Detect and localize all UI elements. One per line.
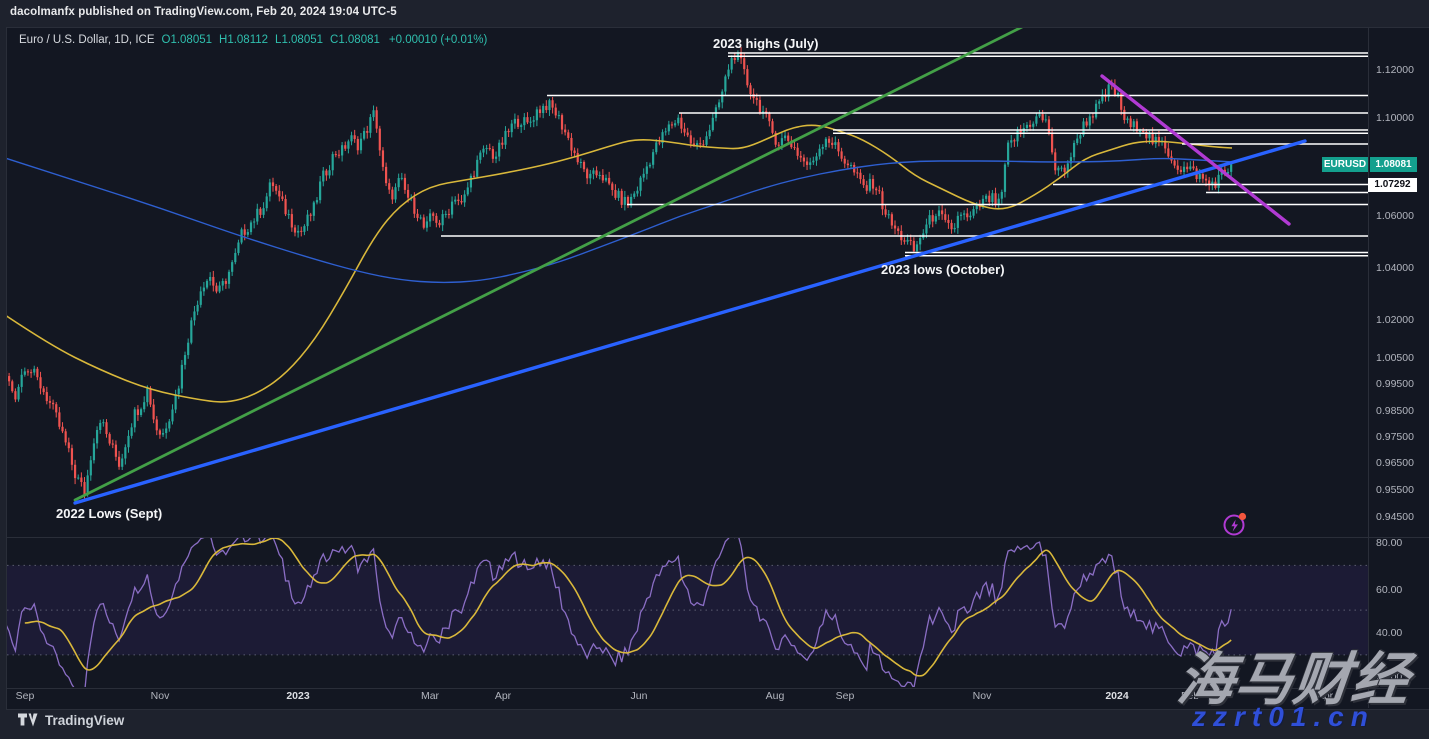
change-value: +0.00010 (+0.01%) xyxy=(388,34,488,46)
refresh-lightning-icon[interactable] xyxy=(1222,510,1250,538)
ohlc-item: C1.08081 xyxy=(330,34,380,46)
tradingview-logo-text: TradingView xyxy=(45,712,125,728)
symbol-title: Euro / U.S. Dollar, 1D, ICE xyxy=(19,34,155,46)
ohlc-item: H1.08112 xyxy=(219,34,269,46)
tradingview-logo[interactable]: TradingView xyxy=(18,712,124,728)
tradingview-logo-icon xyxy=(18,713,38,727)
published-byline: dacolmanfx published on TradingView.com,… xyxy=(10,6,397,18)
price-scale[interactable] xyxy=(1369,28,1429,688)
rsi-indicator-pane[interactable] xyxy=(7,538,1367,687)
ohlc-values: O1.08051 H1.08112 L1.08051 C1.08081 xyxy=(155,34,380,46)
main-chart-pane[interactable] xyxy=(7,28,1367,537)
ohlc-item: L1.08051 xyxy=(275,34,324,46)
time-scale[interactable] xyxy=(7,689,1367,708)
tradingview-published-chart: dacolmanfx published on TradingView.com,… xyxy=(0,0,1429,739)
watermark-url: zzrt01.cn xyxy=(1192,701,1375,732)
ohlc-item: O1.08051 xyxy=(161,34,213,46)
symbol-legend: Euro / U.S. Dollar, 1D, ICE O1.08051 H1.08… xyxy=(19,34,487,46)
